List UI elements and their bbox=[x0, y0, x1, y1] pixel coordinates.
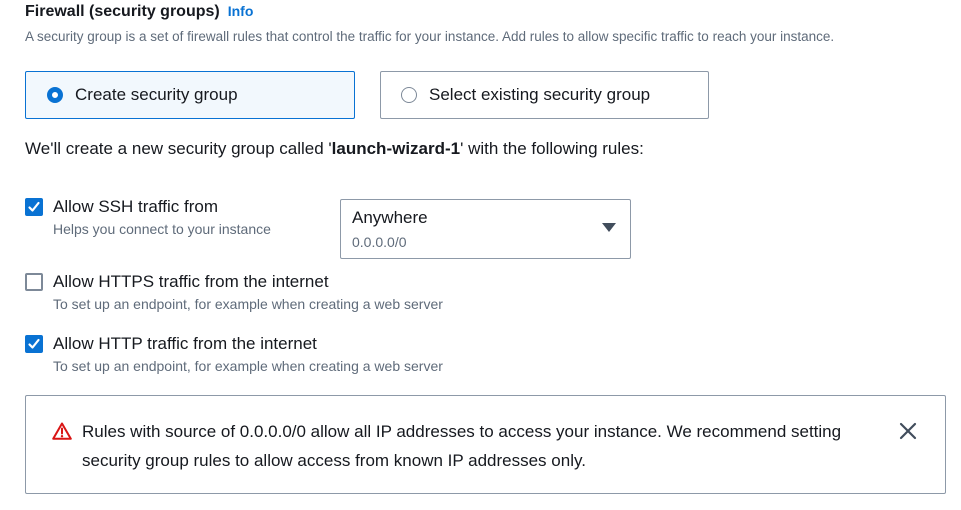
https-rule-label: Allow HTTPS traffic from the internet bbox=[53, 272, 329, 291]
https-checkbox[interactable] bbox=[25, 273, 43, 291]
http-rule-helper: To set up an endpoint, for example when … bbox=[53, 358, 443, 374]
section-description: A security group is a set of firewall ru… bbox=[25, 29, 835, 44]
warning-icon bbox=[52, 422, 72, 440]
checkmark-icon bbox=[28, 201, 40, 212]
statement-suffix: ' with the following rules: bbox=[460, 139, 644, 158]
ssh-source-cidr: 0.0.0.0/0 bbox=[352, 234, 407, 250]
info-link[interactable]: Info bbox=[228, 3, 254, 19]
create-security-group-option[interactable]: Create security group bbox=[25, 71, 355, 119]
statement-prefix: We'll create a new security group called… bbox=[25, 139, 332, 158]
alert-message: Rules with source of 0.0.0.0/0 allow all… bbox=[82, 422, 842, 470]
select-existing-security-group-option[interactable]: Select existing security group bbox=[380, 71, 709, 119]
close-icon[interactable] bbox=[899, 422, 917, 440]
warning-alert: Rules with source of 0.0.0.0/0 allow all… bbox=[25, 395, 946, 494]
ssh-source-select[interactable]: Anywhere 0.0.0.0/0 bbox=[340, 199, 631, 259]
radio-selected-icon[interactable] bbox=[47, 87, 63, 103]
http-checkbox[interactable] bbox=[25, 335, 43, 353]
security-group-name: launch-wizard-1 bbox=[331, 139, 461, 158]
http-rule-label: Allow HTTP traffic from the internet bbox=[53, 334, 317, 353]
security-group-statement: We'll create a new security group called… bbox=[25, 139, 644, 159]
ssh-rule-helper: Helps you connect to your instance bbox=[53, 221, 271, 237]
ssh-source-value: Anywhere bbox=[352, 208, 428, 227]
select-existing-security-group-label: Select existing security group bbox=[429, 85, 651, 104]
create-security-group-label: Create security group bbox=[75, 85, 238, 104]
section-header: Firewall (security groups) Info bbox=[25, 3, 253, 21]
radio-unselected-icon[interactable] bbox=[401, 87, 417, 103]
caret-down-icon bbox=[602, 223, 616, 232]
checkmark-icon bbox=[28, 338, 40, 349]
ssh-rule-label: Allow SSH traffic from bbox=[53, 197, 219, 216]
https-rule-helper: To set up an endpoint, for example when … bbox=[53, 296, 443, 312]
ssh-checkbox[interactable] bbox=[25, 198, 43, 216]
section-title: Firewall (security groups) bbox=[25, 3, 220, 20]
